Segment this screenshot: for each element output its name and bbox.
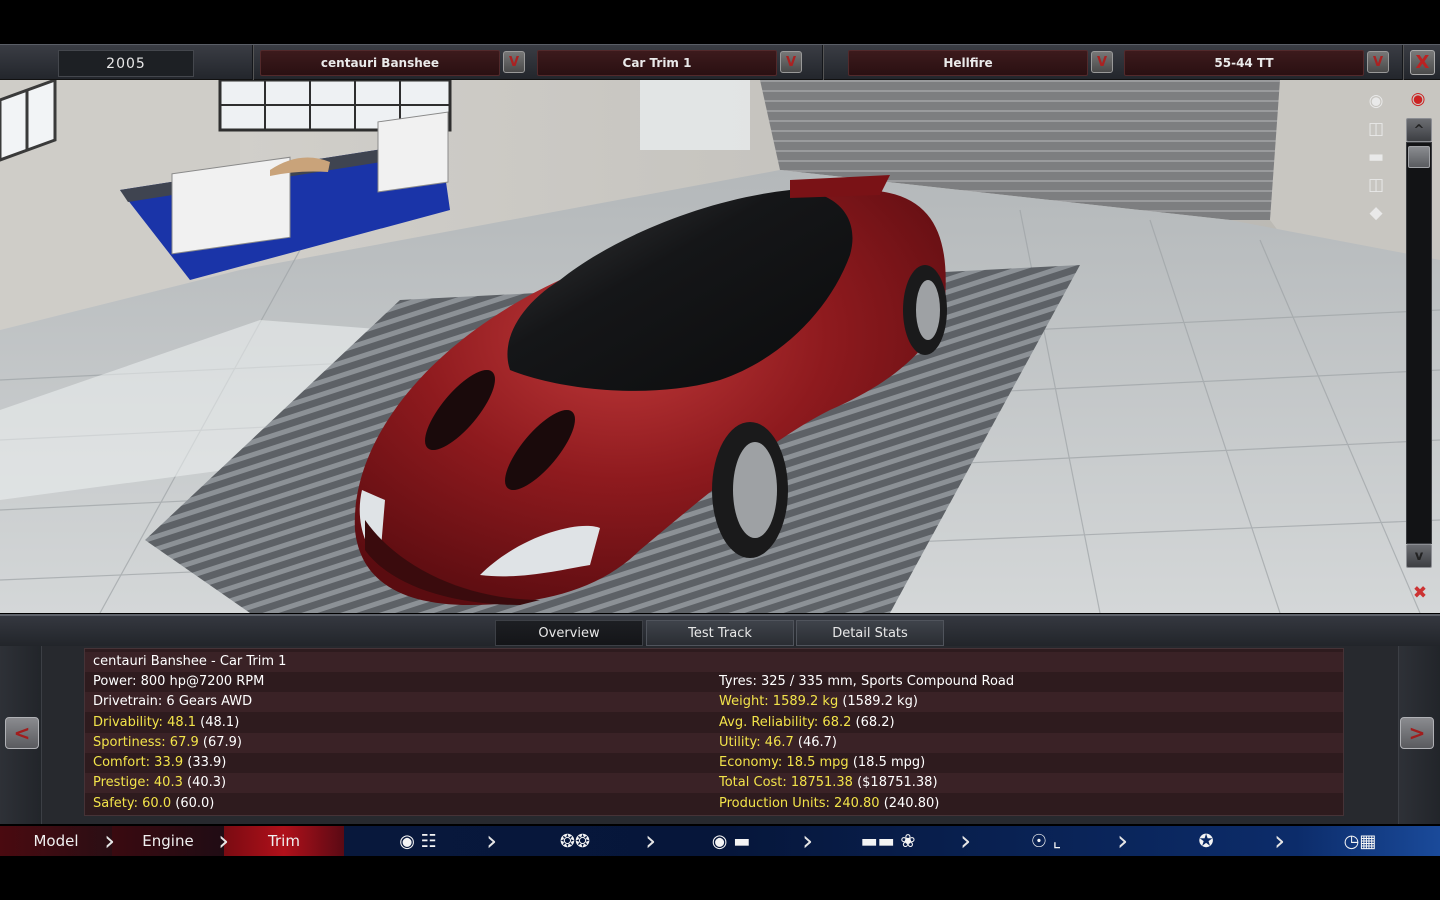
divider xyxy=(1402,45,1404,81)
zoom-down-button[interactable]: v xyxy=(1406,544,1432,568)
stage-trim-button[interactable]: Trim xyxy=(224,826,344,856)
info-tabs: Overview Test Track Detail Stats xyxy=(0,614,1440,646)
stats-row: Drivetrain: 6 Gears AWD Weight: 1589.2 k… xyxy=(85,692,1343,712)
chevron-right-icon: › xyxy=(486,824,498,857)
car-side-icon[interactable]: ▬ xyxy=(1362,146,1390,168)
stat-reliability: Avg. Reliability: 68.2 (68.2) xyxy=(719,715,895,730)
stat-comfort: Comfort: 33.9 (33.9) xyxy=(93,755,227,770)
body-icon[interactable]: ◉ ▬ xyxy=(696,830,766,852)
camera-icon[interactable]: ◉ xyxy=(1362,90,1390,112)
stage-engine-button[interactable]: Engine xyxy=(112,826,224,856)
chevron-right-icon: › xyxy=(645,824,657,857)
zoom-track[interactable] xyxy=(1406,142,1432,544)
stats-row: Prestige: 40.3 (40.3) Total Cost: 18751.… xyxy=(85,773,1343,793)
chevron-right-icon: › xyxy=(802,824,814,857)
tab-detail-stats[interactable]: Detail Stats xyxy=(796,620,944,646)
chevron-right-icon: › xyxy=(1274,824,1286,857)
stage-model-button[interactable]: Model xyxy=(0,826,112,856)
test-icon[interactable]: ◷▦ xyxy=(1330,830,1390,852)
stat-prestige: Prestige: 40.3 (40.3) xyxy=(93,775,227,790)
stats-row: Sportiness: 67.9 (67.9) Utility: 46.7 (4… xyxy=(85,733,1343,753)
stats-row: Comfort: 33.9 (33.9) Economy: 18.5 mpg (… xyxy=(85,753,1343,773)
stat-total-cost: Total Cost: 18751.38 ($18751.38) xyxy=(719,775,938,790)
variant-dropdown-button[interactable]: V xyxy=(1367,51,1389,73)
wheels-icon[interactable]: ❂❂ xyxy=(545,830,605,852)
top-bar: 2005 centauri Banshee V Car Trim 1 V Hel… xyxy=(0,44,1440,81)
chevron-right-icon: › xyxy=(960,824,972,857)
engine-select[interactable]: Hellfire xyxy=(848,50,1088,76)
tab-overview[interactable]: Overview xyxy=(495,620,643,646)
aero-icon[interactable]: ▬▬ ❀ xyxy=(832,830,944,852)
car-rear-icon[interactable]: ◫ xyxy=(1362,174,1390,196)
year-display: 2005 xyxy=(58,50,194,77)
zoom-up-button[interactable]: ^ xyxy=(1406,118,1432,142)
stat-tyres: Tyres: 325 / 335 mm, Sports Compound Roa… xyxy=(719,674,1015,689)
car-viewport[interactable]: ◉ ◉ ◫ ▬ ◫ ◆ ^ v ✖ xyxy=(0,80,1440,613)
model-select[interactable]: centauri Banshee xyxy=(260,50,500,76)
stats-title: centauri Banshee - Car Trim 1 xyxy=(93,654,287,669)
car-top-icon[interactable]: ◆ xyxy=(1362,202,1390,224)
close-button[interactable]: X xyxy=(1410,50,1435,75)
garage-scene xyxy=(0,80,1440,613)
design-stage-nav: Model Engine Trim › › › › › › › › ◉ ☷ ❂❂… xyxy=(0,826,1440,856)
stats-row: Drivability: 48.1 (48.1) Avg. Reliabilit… xyxy=(85,713,1343,733)
zoom-thumb[interactable] xyxy=(1408,146,1430,168)
variant-select[interactable]: 55-44 TT xyxy=(1124,50,1364,76)
engine-dropdown-button[interactable]: V xyxy=(1091,51,1113,73)
stat-economy: Economy: 18.5 mpg (18.5 mpg) xyxy=(719,755,926,770)
tab-test-track[interactable]: Test Track xyxy=(646,620,794,646)
stats-panel: < > centauri Banshee - Car Trim 1 Power:… xyxy=(0,646,1440,824)
trim-select[interactable]: Car Trim 1 xyxy=(537,50,777,76)
divider xyxy=(252,45,254,81)
stat-drivability: Drivability: 48.1 (48.1) xyxy=(93,715,240,730)
stat-sportiness: Sportiness: 67.9 (67.9) xyxy=(93,735,242,750)
suspension-icon[interactable]: ✪ xyxy=(1186,830,1226,852)
model-dropdown-button[interactable]: V xyxy=(503,51,525,73)
stats-row: Power: 800 hp@7200 RPM Tyres: 325 / 335 … xyxy=(85,672,1343,692)
stat-production-units: Production Units: 240.80 (240.80) xyxy=(719,796,940,811)
chevron-right-icon: › xyxy=(218,824,230,857)
eye-icon[interactable]: ◉ xyxy=(1404,88,1432,110)
stats-row: centauri Banshee - Car Trim 1 xyxy=(85,652,1343,672)
stat-power: Power: 800 hp@7200 RPM xyxy=(93,674,265,689)
prev-button[interactable]: < xyxy=(5,717,39,749)
trim-dropdown-button[interactable]: V xyxy=(780,51,802,73)
next-button[interactable]: > xyxy=(1400,717,1434,749)
stat-safety: Safety: 60.0 (60.0) xyxy=(93,796,215,811)
chevron-right-icon: › xyxy=(1117,824,1129,857)
gearbox-icon[interactable]: ◉ ☷ xyxy=(388,830,448,852)
stat-utility: Utility: 46.7 (46.7) xyxy=(719,735,837,750)
overview-stats: centauri Banshee - Car Trim 1 Power: 800… xyxy=(84,648,1344,816)
stat-drivetrain: Drivetrain: 6 Gears AWD xyxy=(93,694,253,709)
stats-row: Safety: 60.0 (60.0) Production Units: 24… xyxy=(85,794,1343,814)
chevron-right-icon: › xyxy=(104,824,116,857)
divider xyxy=(822,45,824,81)
car-front-icon[interactable]: ◫ xyxy=(1362,118,1390,140)
interior-icon[interactable]: ☉ ⌞ xyxy=(1016,830,1076,852)
stat-weight: Weight: 1589.2 kg (1589.2 kg) xyxy=(719,694,918,709)
reset-view-icon[interactable]: ✖ xyxy=(1406,582,1434,604)
